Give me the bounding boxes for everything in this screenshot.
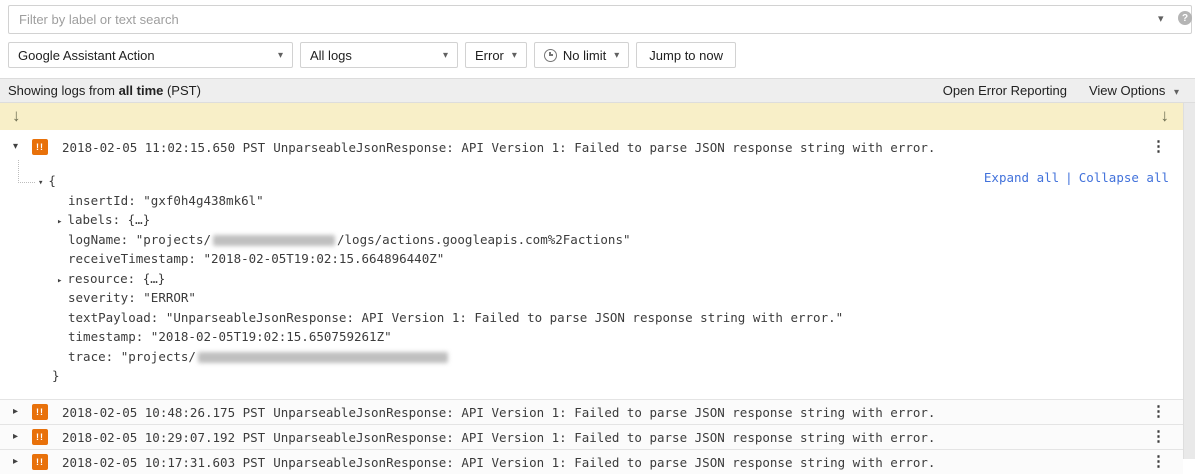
- vertical-scrollbar[interactable]: [1183, 103, 1195, 459]
- logs-dropdown[interactable]: All logs ▾: [300, 42, 458, 68]
- chevron-down-icon: ▾: [443, 50, 448, 61]
- json-value: "gxf0h4g438mk6l": [143, 193, 263, 208]
- json-close-brace: }: [38, 366, 843, 386]
- redacted-project-id: [213, 235, 335, 246]
- log-summary: 2018-02-05 11:02:15.650 PST UnparseableJs…: [62, 140, 935, 155]
- view-options-label: View Options: [1089, 83, 1165, 98]
- log-message: UnparseableJsonResponse: API Version 1: …: [273, 140, 935, 155]
- expander-caret-icon[interactable]: ▸: [13, 406, 18, 417]
- json-value: "ERROR": [143, 290, 196, 305]
- chevron-down-icon: ▾: [614, 50, 619, 61]
- expander-caret-icon[interactable]: ▸: [57, 276, 62, 286]
- expander-caret-icon[interactable]: ▸: [57, 217, 62, 227]
- expander-caret-icon[interactable]: ▸: [13, 456, 18, 467]
- json-key: textPayload:: [68, 310, 166, 325]
- json-field-receiveTimestamp: receiveTimestamp: "2018-02-05T19:02:15.6…: [38, 249, 843, 269]
- json-field-severity: severity: "ERROR": [38, 288, 843, 308]
- toolbar: Google Assistant Action ▾ All logs ▾ Err…: [8, 42, 736, 68]
- help-icon[interactable]: ?: [1178, 11, 1192, 25]
- json-value: "projects/: [121, 349, 196, 364]
- expander-caret-icon[interactable]: ▸: [13, 431, 18, 442]
- json-field-insertId: insertId: "gxf0h4g438mk6l": [38, 191, 843, 211]
- more-menu-icon[interactable]: ⋮: [1151, 404, 1166, 420]
- severity-dropdown[interactable]: Error ▾: [465, 42, 527, 68]
- view-options-menu[interactable]: View Options ▾: [1089, 83, 1179, 98]
- json-key: labels:: [67, 212, 127, 227]
- expand-collapse-links: Expand all | Collapse all: [984, 170, 1169, 185]
- log-entry-row[interactable]: ▾ !! 2018-02-05 11:02:15.650 PST Unparsea…: [0, 135, 1183, 161]
- more-menu-icon[interactable]: ⋮: [1151, 139, 1166, 155]
- log-timestamp: 2018-02-05 10:48:26.175 PST: [62, 405, 265, 420]
- more-menu-icon[interactable]: ⋮: [1151, 454, 1166, 470]
- showing-logs-text: Showing logs from all time (PST): [8, 83, 201, 98]
- resource-dropdown[interactable]: Google Assistant Action ▾: [8, 42, 293, 68]
- json-key: resource:: [67, 271, 142, 286]
- clock-icon: [544, 49, 557, 62]
- expander-caret-icon[interactable]: ▾: [38, 178, 43, 188]
- error-severity-icon: !!: [32, 139, 48, 155]
- log-entry-row[interactable]: ▸ !! 2018-02-05 10:17:31.603 PST Unparsea…: [0, 449, 1183, 474]
- log-rows-list: ▸ !! 2018-02-05 10:48:26.175 PST Unparsea…: [0, 399, 1183, 474]
- json-key: logName:: [68, 232, 136, 247]
- json-field-resource[interactable]: ▸ resource: {…}: [38, 269, 843, 289]
- error-severity-icon: !!: [32, 404, 48, 420]
- jump-to-now-button[interactable]: Jump to now: [636, 42, 736, 68]
- links-divider: |: [1065, 170, 1073, 185]
- more-menu-icon[interactable]: ⋮: [1151, 429, 1166, 445]
- log-entry-row[interactable]: ▸ !! 2018-02-05 10:48:26.175 PST Unparsea…: [0, 399, 1183, 424]
- log-entry-row[interactable]: ▸ !! 2018-02-05 10:29:07.192 PST Unparsea…: [0, 424, 1183, 449]
- time-limit-dropdown[interactable]: No limit ▾: [534, 42, 629, 68]
- json-value: "UnparseableJsonResponse: API Version 1:…: [166, 310, 843, 325]
- json-field-logName: logName: "projects/ /logs/actions.googlea…: [38, 230, 843, 250]
- json-value: {…}: [128, 212, 151, 227]
- json-field-textPayload: textPayload: "UnparseableJsonResponse: A…: [38, 308, 843, 328]
- logs-dropdown-label: All logs: [310, 48, 352, 63]
- error-severity-icon: !!: [32, 454, 48, 470]
- expand-all-link[interactable]: Expand all: [984, 170, 1059, 185]
- log-timestamp: 2018-02-05 10:17:31.603 PST: [62, 455, 265, 470]
- log-timestamp: 2018-02-05 10:29:07.192 PST: [62, 430, 265, 445]
- json-value: "2018-02-05T19:02:15.664896440Z": [203, 251, 444, 266]
- download-arrow-icon[interactable]: ↓: [1161, 106, 1170, 126]
- log-entry-json-detail: ▾{ insertId: "gxf0h4g438mk6l" ▸ labels: {…: [38, 171, 843, 386]
- json-key: receiveTimestamp:: [68, 251, 203, 266]
- json-value: "projects/: [136, 232, 211, 247]
- chevron-down-icon: ▾: [512, 50, 517, 61]
- json-key: severity:: [68, 290, 143, 305]
- log-summary: 2018-02-05 10:48:26.175 PST UnparseableJs…: [62, 405, 935, 420]
- log-summary: 2018-02-05 10:17:31.603 PST UnparseableJs…: [62, 455, 935, 470]
- log-message: UnparseableJsonResponse: API Version 1: …: [273, 430, 935, 445]
- jump-to-now-label: Jump to now: [649, 48, 723, 63]
- json-key: trace:: [68, 349, 121, 364]
- json-value: {…}: [143, 271, 166, 286]
- redacted-trace-id: [198, 352, 448, 363]
- resource-dropdown-label: Google Assistant Action: [18, 48, 155, 63]
- chevron-down-icon: ▾: [278, 50, 283, 61]
- log-message: UnparseableJsonResponse: API Version 1: …: [273, 455, 935, 470]
- json-value: "2018-02-05T19:02:15.650759261Z": [151, 329, 392, 344]
- json-field-timestamp: timestamp: "2018-02-05T19:02:15.65075926…: [38, 327, 843, 347]
- open-error-reporting-link[interactable]: Open Error Reporting: [943, 83, 1067, 98]
- chevron-down-icon: ▾: [1174, 87, 1179, 98]
- filter-dropdown-caret-icon[interactable]: ▾: [1158, 12, 1164, 25]
- json-field-trace: trace: "projects/: [38, 347, 843, 367]
- collapse-all-link[interactable]: Collapse all: [1079, 170, 1169, 185]
- json-open-brace: ▾{: [38, 171, 843, 191]
- json-value: /logs/actions.googleapis.com%2Factions": [337, 232, 631, 247]
- time-limit-dropdown-label: No limit: [563, 48, 606, 63]
- log-timestamp: 2018-02-05 11:02:15.650 PST: [62, 140, 265, 155]
- download-arrow-icon[interactable]: ↓: [12, 106, 21, 126]
- json-key: timestamp:: [68, 329, 151, 344]
- expander-caret-icon[interactable]: ▾: [13, 141, 18, 152]
- json-key: insertId:: [68, 193, 143, 208]
- log-message: UnparseableJsonResponse: API Version 1: …: [273, 405, 935, 420]
- severity-dropdown-label: Error: [475, 48, 504, 63]
- log-summary: 2018-02-05 10:29:07.192 PST UnparseableJs…: [62, 430, 935, 445]
- tree-guide-line: [18, 160, 35, 183]
- status-bar: Showing logs from all time (PST) Open Er…: [0, 78, 1195, 103]
- filter-input[interactable]: [8, 5, 1192, 34]
- load-newer-logs-band[interactable]: ↓ ↓: [0, 103, 1183, 130]
- error-severity-icon: !!: [32, 429, 48, 445]
- json-field-labels[interactable]: ▸ labels: {…}: [38, 210, 843, 230]
